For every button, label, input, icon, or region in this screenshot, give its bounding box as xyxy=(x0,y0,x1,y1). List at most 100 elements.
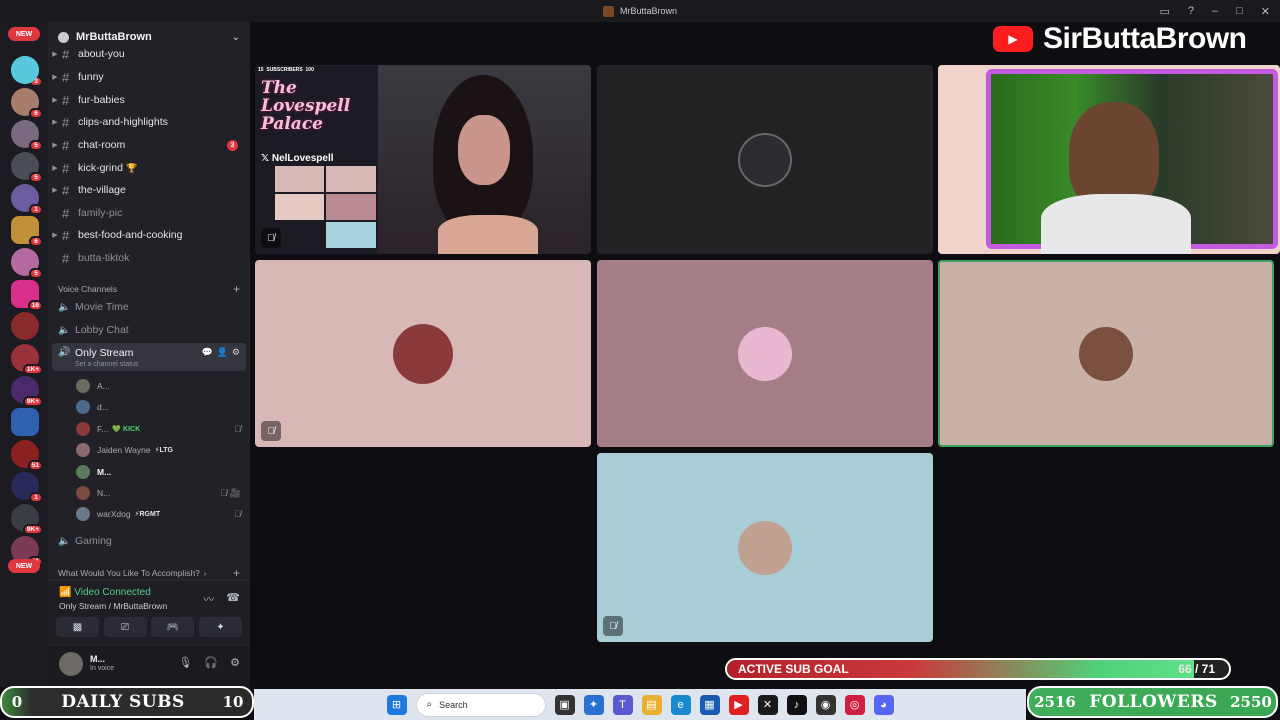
video-tile-stream[interactable]: 15 SUBSCRIBERS 100 The Lovespell Palace … xyxy=(255,65,591,254)
gear-icon[interactable]: ⚙ xyxy=(232,347,240,358)
headphones-icon[interactable]: 🎧 xyxy=(204,656,218,669)
teams-icon[interactable]: T xyxy=(612,694,633,715)
voice-user[interactable]: d... xyxy=(76,398,241,416)
taskbar: ⊞ ⌕ Search ▣ ✦ T ▤ e ▦ ▶ ✕ ♪ ◉ ◎ ◕ xyxy=(254,689,1026,720)
voice-location[interactable]: Only Stream / MrButtaBrown xyxy=(59,601,167,611)
sub-goal-count: 66 / 71 xyxy=(1178,662,1215,676)
avatar xyxy=(1079,326,1133,381)
terminal-icon[interactable]: ✕ xyxy=(757,694,778,715)
avatar xyxy=(76,507,90,521)
avatar[interactable] xyxy=(59,652,83,676)
voice-user[interactable]: warXdog ⚡RGMT 🎙̸ xyxy=(76,505,241,523)
channel-best-food-and-cooking[interactable]: ▶ # best-food-and-cooking xyxy=(48,225,250,245)
server-icon[interactable]: 1K+ xyxy=(11,344,43,375)
server-icon[interactable]: 6 xyxy=(11,88,43,119)
server-icon[interactable]: 9K+ xyxy=(11,504,43,535)
disconnect-icon[interactable]: ☎ xyxy=(226,591,240,607)
video-tile[interactable] xyxy=(597,65,933,254)
user-panel: M... In voice 🎙 🎧 ⚙ xyxy=(48,646,250,687)
channel-chat-room[interactable]: ▶ # chat-room 3 xyxy=(48,135,250,155)
voice-category-header[interactable]: Voice Channels + xyxy=(58,282,240,296)
chevron-down-icon[interactable]: ⌄ xyxy=(232,32,240,43)
obs-icon[interactable]: ◉ xyxy=(815,694,836,715)
muted-icon: 🎙̸ xyxy=(234,509,241,519)
file-explorer-icon[interactable]: ▤ xyxy=(641,694,662,715)
maximize-button[interactable]: □ xyxy=(1236,5,1243,17)
taskbar-search[interactable]: ⌕ Search xyxy=(415,692,546,717)
channel-clips-and-highlights[interactable]: ▶ # clips-and-highlights xyxy=(48,112,250,132)
server-icon[interactable]: 16 xyxy=(11,280,43,311)
add-channel-icon[interactable]: + xyxy=(233,282,240,296)
muted-icon: 🎙̸ xyxy=(261,421,281,441)
gear-icon[interactable]: ⚙ xyxy=(230,656,240,669)
banner-channel-name: SirButtaBrown xyxy=(1043,22,1247,55)
windows-start-icon[interactable]: ⊞ xyxy=(386,694,407,715)
voice-channel-gaming[interactable]: 🔈 Gaming xyxy=(52,531,246,551)
camera-off-button[interactable]: ▩ xyxy=(56,617,99,637)
video-tile-speaking[interactable] xyxy=(938,260,1274,447)
channel-fur-babies[interactable]: ▶ # fur-babies xyxy=(48,90,250,110)
server-icon[interactable]: 1 xyxy=(11,472,43,503)
noise-suppression-icon[interactable]: 〰 xyxy=(203,591,214,607)
screen-share-button[interactable]: ⎚ xyxy=(103,617,147,637)
channel-family-pic[interactable]: # family-pic xyxy=(48,203,250,223)
video-tile[interactable]: 🎙̸ xyxy=(255,260,591,447)
server-icon[interactable]: 51 xyxy=(11,440,43,471)
category-accomplish[interactable]: What Would You Like To Accomplish? › + xyxy=(58,566,240,580)
add-channel-icon[interactable]: + xyxy=(233,566,240,580)
server-icon[interactable]: 9K+ xyxy=(11,376,43,407)
voice-user[interactable]: M... xyxy=(76,463,241,481)
video-tile[interactable]: 🎙̸ xyxy=(597,453,933,642)
channel-kick-grind[interactable]: ▶ # kick-grind 🏆 xyxy=(48,158,250,178)
channel-about-you[interactable]: ▶ # about-you xyxy=(48,44,250,64)
channel-the-village[interactable]: ▶ # the-village xyxy=(48,180,250,200)
server-icon[interactable]: 6 xyxy=(11,216,43,247)
invite-icon[interactable]: 👤 xyxy=(217,347,228,358)
video-tile-camera[interactable] xyxy=(938,65,1280,254)
video-tile[interactable] xyxy=(597,260,933,447)
channel-butta-tiktok[interactable]: # butta-tiktok xyxy=(48,248,250,268)
help-icon[interactable]: ? xyxy=(1188,5,1194,17)
voice-channel-lobby-chat[interactable]: 🔈 Lobby Chat xyxy=(52,320,246,340)
trophy-icon: 🏆 xyxy=(125,162,138,173)
youtube-icon[interactable]: ▶ xyxy=(728,694,749,715)
screen-icon[interactable]: ▭ xyxy=(1159,5,1169,18)
app-icon[interactable]: ◎ xyxy=(844,694,865,715)
daily-subs-counter: 0 DAILY SUBS 10 xyxy=(0,686,254,718)
voice-channel-only-stream[interactable]: 🔊 Only Stream Set a channel status 💬 👤 ⚙ xyxy=(52,343,246,371)
server-icon[interactable] xyxy=(11,312,39,340)
daily-subs-current: 0 xyxy=(11,693,23,711)
voice-user[interactable]: A... xyxy=(76,377,241,395)
edge-icon[interactable]: e xyxy=(670,694,691,715)
task-view-icon[interactable]: ▣ xyxy=(554,694,575,715)
server-icon[interactable] xyxy=(11,56,39,84)
server-icon[interactable]: 5 xyxy=(11,152,43,183)
server-icon[interactable]: 5 xyxy=(11,248,43,279)
channel-status[interactable]: Set a channel status xyxy=(75,361,138,368)
daily-subs-label: DAILY SUBS xyxy=(61,692,185,712)
tiktok-icon[interactable]: ♪ xyxy=(786,694,807,715)
channel-funny[interactable]: ▶ # funny xyxy=(48,67,250,87)
soundboard-button[interactable]: ✦ xyxy=(198,617,242,637)
chat-icon[interactable]: 💬 xyxy=(201,347,212,358)
voice-user[interactable]: F... 💚 KICK 🎙̸ xyxy=(76,420,241,438)
voice-user[interactable]: N... 🎙̸ 🎥 xyxy=(76,484,241,502)
mic-icon[interactable]: 🎙 xyxy=(178,656,192,669)
store-icon[interactable]: ▦ xyxy=(699,694,720,715)
server-icon[interactable] xyxy=(11,408,39,436)
voice-user[interactable]: Jaiden Wayne ⚡LTG xyxy=(76,441,241,459)
discord-icon[interactable]: ◕ xyxy=(873,694,894,715)
voice-channel-movie-time[interactable]: 🔈 Movie Time xyxy=(52,297,246,317)
hash-icon: # xyxy=(62,160,70,176)
close-button[interactable]: ✕ xyxy=(1261,5,1270,18)
copilot-icon[interactable]: ✦ xyxy=(583,694,604,715)
window-controls: ▭ ? – □ ✕ xyxy=(1159,0,1270,22)
hash-icon: # xyxy=(62,227,70,243)
window-title: MrButtaBrown xyxy=(619,6,678,16)
activity-button[interactable]: 🎮 xyxy=(151,617,195,637)
user-name: M... xyxy=(90,654,105,664)
minimize-button[interactable]: – xyxy=(1212,5,1218,17)
server-icon[interactable]: 1 xyxy=(11,184,43,215)
server-icon[interactable]: 5 xyxy=(11,120,43,151)
hash-icon: # xyxy=(62,250,70,266)
